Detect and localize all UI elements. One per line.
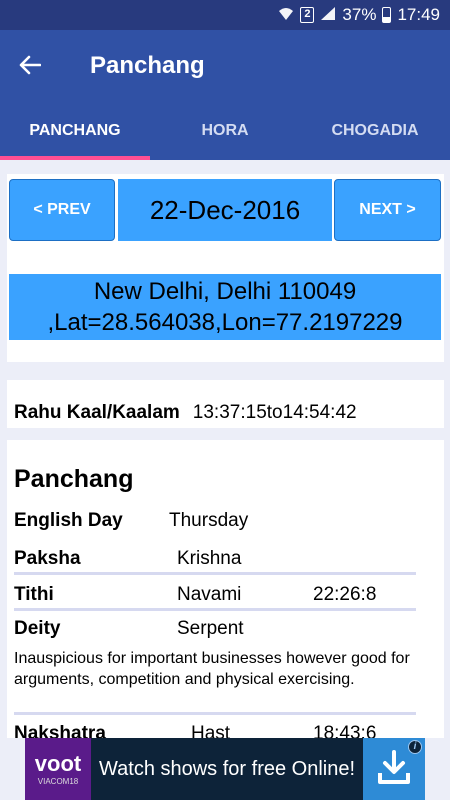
row-divider	[14, 572, 416, 575]
location-line2: ,Lat=28.564038,Lon=77.2197229	[47, 309, 403, 336]
clock: 17:49	[397, 5, 440, 24]
rahu-kaal-card: Rahu Kaal/Kaalam 13:37:15 to 14:54:42	[7, 380, 444, 428]
page-title: Panchang	[90, 52, 205, 79]
deity-value: Serpent	[177, 618, 244, 639]
panchang-card: Panchang English Day Thursday Paksha Kri…	[7, 440, 444, 738]
location-card: New Delhi, Delhi 110049 ,Lat=28.564038,L…	[7, 266, 444, 362]
tab-hora[interactable]: HORA	[150, 102, 300, 160]
english-day-label: English Day	[14, 510, 123, 531]
status-bar: 2 37% 17:49	[0, 0, 450, 30]
paksha-value: Krishna	[177, 548, 242, 569]
date-display[interactable]: 22-Dec-2016	[118, 179, 332, 241]
tab-chogadia[interactable]: CHOGADIA	[300, 102, 450, 160]
english-day-value: Thursday	[169, 510, 249, 531]
rahu-kaal-separator: to	[266, 402, 283, 423]
wifi-icon	[278, 7, 294, 24]
ad-text: Watch shows for free Online!	[99, 757, 356, 780]
voot-logo: voot VIACOM18	[25, 738, 91, 800]
paksha-label: Paksha	[14, 548, 81, 569]
back-button[interactable]	[0, 30, 60, 102]
voot-brand: voot	[34, 750, 82, 776]
download-button[interactable]: i	[363, 738, 425, 800]
rahu-kaal-start: 13:37:15	[192, 402, 267, 423]
tithi-time: 22:26:8	[313, 584, 377, 605]
back-arrow-icon	[19, 50, 42, 82]
row-divider	[14, 712, 416, 715]
voot-sub-brand: VIACOM18	[37, 776, 79, 786]
app-bar: Panchang	[0, 30, 450, 102]
battery-percent: 37%	[342, 5, 377, 24]
deity-description: Inauspicious for important businesses ho…	[14, 650, 410, 688]
deity-label: Deity	[14, 618, 61, 639]
nakshatra-value: Hast	[191, 723, 231, 738]
tithi-label: Tithi	[14, 584, 54, 605]
nakshatra-time: 18:43:6	[313, 723, 377, 738]
prev-button[interactable]: < PREV	[9, 179, 115, 241]
tab-bar: PANCHANG HORA CHOGADIA	[0, 102, 450, 160]
tithi-value: Navami	[177, 584, 242, 605]
download-icon	[377, 749, 411, 790]
date-nav-card: < PREV 22-Dec-2016 NEXT >	[7, 174, 444, 266]
row-divider	[14, 608, 416, 611]
tab-panchang[interactable]: PANCHANG	[0, 102, 150, 160]
rahu-kaal-label: Rahu Kaal/Kaalam	[14, 402, 180, 423]
ad-banner[interactable]: voot VIACOM18 Watch shows for free Onlin…	[25, 738, 425, 800]
location-line1: New Delhi, Delhi 110049	[93, 278, 357, 305]
next-button[interactable]: NEXT >	[334, 179, 441, 241]
location-box[interactable]: New Delhi, Delhi 110049 ,Lat=28.564038,L…	[9, 274, 441, 340]
signal-icon	[320, 6, 336, 24]
content-area[interactable]: < PREV 22-Dec-2016 NEXT > New Delhi, Del…	[0, 160, 450, 738]
info-icon[interactable]: i	[408, 740, 422, 754]
nakshatra-label: Nakshatra	[14, 723, 106, 738]
sim-icon: 2	[300, 7, 315, 23]
rahu-kaal-end: 14:54:42	[282, 402, 357, 423]
battery-icon	[382, 7, 392, 23]
panchang-heading: Panchang	[14, 465, 134, 493]
